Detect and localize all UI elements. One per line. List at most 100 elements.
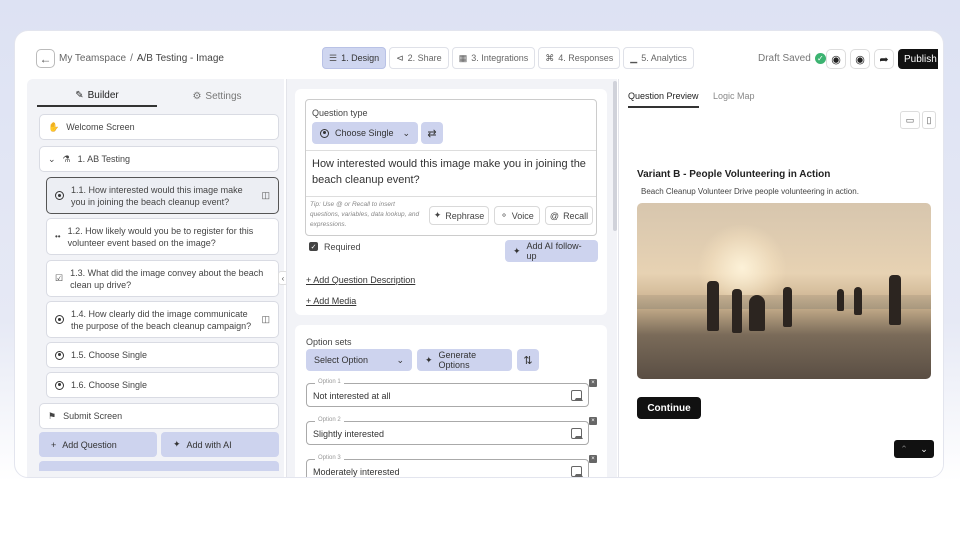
- editor-scrollbar[interactable]: [613, 81, 617, 231]
- tab-design[interactable]: ☰ 1. Design: [322, 47, 387, 69]
- close-icon[interactable]: ×: [589, 417, 597, 425]
- volunteer-figure: [854, 287, 862, 315]
- tab-builder[interactable]: ✎ Builder: [37, 85, 157, 107]
- add-media-link[interactable]: + Add Media: [306, 296, 356, 306]
- tab-label: 2. Share: [407, 53, 442, 63]
- preview-panel: Question Preview Logic Map ▭ ▯ Variant B…: [618, 79, 943, 477]
- question-type-value: Choose Single: [335, 128, 394, 138]
- recall-tip: Tip: Use @ or Recall to insert questions…: [310, 201, 420, 228]
- preview-eye-icon[interactable]: ◉: [850, 49, 870, 69]
- publish-button[interactable]: Publish: [898, 49, 938, 69]
- question-text: How interested would this image make you…: [312, 158, 586, 186]
- generate-options-label: Generate Options: [438, 350, 477, 370]
- rating-type-icon: ••: [55, 232, 61, 241]
- tab-integrations[interactable]: ▦ 3. Integrations: [451, 47, 536, 69]
- add-ai-followup-button[interactable]: ✦ Add AI follow-up: [505, 240, 598, 262]
- volunteer-figure: [783, 287, 792, 327]
- more-actions-bar[interactable]: [39, 461, 279, 471]
- add-with-ai-button[interactable]: ✦ Add with AI: [161, 432, 279, 457]
- desktop-icon[interactable]: ▭: [900, 111, 920, 129]
- option-value: Not interested at all: [313, 391, 391, 401]
- image-icon[interactable]: [571, 390, 583, 401]
- select-option-dropdown[interactable]: Select Option ⌄: [306, 349, 412, 371]
- submit-screen-label: Submit Screen: [63, 411, 123, 421]
- volunteer-figure: [749, 295, 765, 331]
- option-input[interactable]: Option 2 Slightly interested ×: [306, 417, 597, 445]
- image-icon[interactable]: [571, 466, 583, 477]
- preview-image: [637, 203, 931, 379]
- close-icon[interactable]: ×: [589, 379, 597, 387]
- tab-settings[interactable]: ⚙ Settings: [157, 85, 277, 107]
- question-type-label: Question type: [312, 108, 368, 118]
- tab-settings-label: Settings: [205, 90, 242, 102]
- integrations-icon: ▦: [458, 52, 468, 63]
- required-checkbox[interactable]: ✓: [309, 242, 318, 251]
- app-window: ← My Teamspace / A/B Testing - Image ☰ 1. D…: [14, 30, 944, 478]
- theme-icon[interactable]: ◉: [826, 49, 846, 69]
- question-editor: Question type Choose Single ⌄ ⇄ How inte…: [286, 79, 617, 477]
- option-label: Option 3: [315, 455, 344, 461]
- chevron-up-icon[interactable]: ⌃: [894, 440, 914, 458]
- layers-icon: ☰: [329, 52, 338, 63]
- tab-builder-label: Builder: [87, 89, 119, 101]
- mobile-icon[interactable]: ▯: [922, 111, 936, 129]
- option-input[interactable]: Option 3 Moderately interested ×: [306, 455, 597, 477]
- option-input[interactable]: Option 1 Not interested at all ×: [306, 379, 597, 407]
- hand-wave-icon: ✋: [48, 121, 60, 132]
- continue-button[interactable]: Continue: [637, 397, 701, 419]
- back-arrow-icon[interactable]: ←: [36, 49, 55, 68]
- draft-status: Draft Saved ✓: [758, 53, 826, 64]
- flag-icon: ⚑: [48, 410, 57, 421]
- tab-question-preview[interactable]: Question Preview: [628, 91, 699, 108]
- preview-description: Beach Cleanup Volunteer Drive people vol…: [641, 187, 859, 196]
- chevron-down-icon[interactable]: ⌄: [914, 440, 934, 458]
- option-value: Slightly interested: [313, 429, 385, 439]
- rephrase-button[interactable]: ✦ Rephrase: [429, 206, 489, 225]
- question-item-label: 1.1. How interested would this image mak…: [71, 184, 243, 207]
- tab-share[interactable]: ⊲ 2. Share: [389, 47, 449, 69]
- required-label: Required: [324, 242, 361, 252]
- add-question-description-link[interactable]: + Add Question Description: [306, 275, 415, 285]
- swap-type-icon[interactable]: ⇄: [421, 122, 443, 144]
- image-badge-icon: ◫: [261, 190, 270, 200]
- close-icon[interactable]: ×: [589, 455, 597, 463]
- share-icon: ⊲: [396, 52, 404, 63]
- radio-type-icon: [55, 380, 64, 390]
- group-icon: ⚗: [62, 153, 71, 164]
- question-type-dropdown[interactable]: Choose Single ⌄: [312, 122, 418, 144]
- question-item-label: 1.4. How clearly did the image communica…: [71, 308, 252, 331]
- submit-screen-item[interactable]: ⚑ Submit Screen: [39, 403, 279, 429]
- generate-options-button[interactable]: ✦ Generate Options: [417, 349, 512, 371]
- question-item[interactable]: 1.1. How interested would this image mak…: [46, 177, 279, 214]
- microphone-icon: ⚬: [500, 210, 508, 220]
- question-item[interactable]: 1.5. Choose Single: [46, 342, 279, 368]
- question-item[interactable]: ☑ 1.3. What did the image convey about t…: [46, 260, 279, 297]
- add-question-button[interactable]: + Add Question: [39, 432, 157, 457]
- group-label: 1. AB Testing: [77, 154, 130, 164]
- share-arrow-icon[interactable]: ➦: [874, 49, 894, 69]
- add-ai-followup-label: Add AI follow-up: [526, 241, 582, 261]
- question-box: Question type Choose Single ⌄ ⇄ How inte…: [305, 99, 597, 236]
- recall-label: Recall: [563, 210, 589, 221]
- group-item-ab-testing[interactable]: ⌄ ⚗ 1. AB Testing: [39, 146, 279, 172]
- question-item[interactable]: 1.6. Choose Single: [46, 372, 279, 398]
- sidebar-tabs: ✎ Builder ⚙ Settings: [37, 85, 277, 107]
- add-with-ai-label: Add with AI: [186, 439, 232, 450]
- radio-type-icon: [55, 315, 64, 324]
- question-item[interactable]: 1.4. How clearly did the image communica…: [46, 301, 279, 338]
- question-item-label: 1.3. What did the image convey about the…: [70, 267, 264, 290]
- tab-analytics[interactable]: ▁ 5. Analytics: [623, 47, 694, 69]
- sparkle-icon: ✦: [173, 439, 181, 449]
- sort-options-icon[interactable]: ⇅: [517, 349, 539, 371]
- tab-responses[interactable]: ⌘ 4. Responses: [538, 47, 621, 69]
- radio-type-icon: [55, 191, 64, 200]
- welcome-screen-item[interactable]: ✋ Welcome Screen: [39, 114, 279, 140]
- voice-button[interactable]: ⚬ Voice: [494, 206, 540, 225]
- recall-button[interactable]: @ Recall: [545, 206, 593, 225]
- question-item[interactable]: •• 1.2. How likely would you be to regis…: [46, 218, 279, 255]
- volunteer-figure: [707, 281, 719, 331]
- breadcrumb-workspace[interactable]: My Teamspace: [59, 53, 126, 64]
- image-icon[interactable]: [571, 428, 583, 439]
- tab-logic-map[interactable]: Logic Map: [713, 91, 755, 106]
- preview-nav: ⌃ ⌄: [894, 440, 934, 458]
